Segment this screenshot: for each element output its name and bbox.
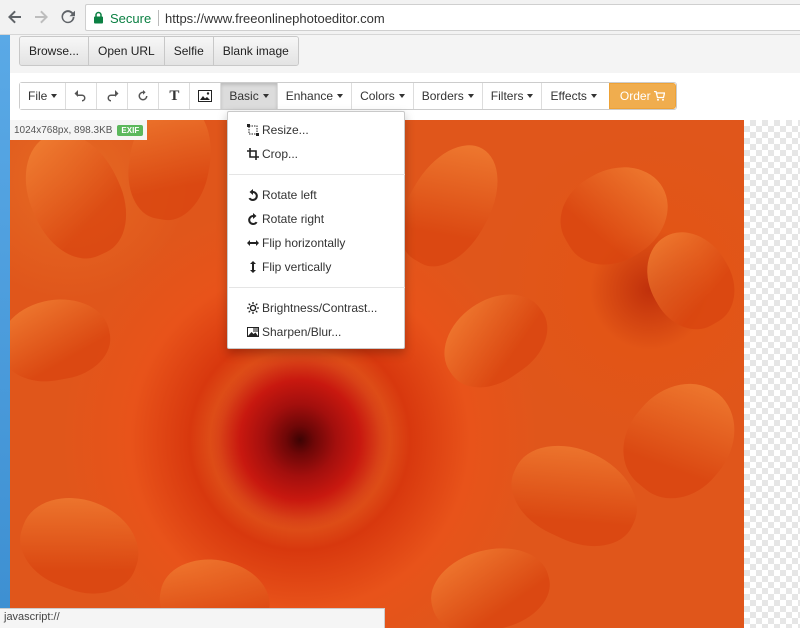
chevron-down-icon [590, 94, 597, 98]
secure-label: Secure [110, 11, 152, 26]
url-omnibox[interactable]: Secure https://www.freeonlinephotoeditor… [85, 4, 800, 31]
undo-icon [74, 90, 86, 102]
exif-badge[interactable]: EXIF [117, 124, 144, 136]
effects-menu-button[interactable]: Effects [542, 83, 605, 109]
chevron-down-icon [51, 94, 58, 98]
sun-icon [246, 302, 259, 315]
flip-horizontal-icon [246, 237, 259, 250]
menu-item-rotate-left-label: Rotate left [262, 188, 317, 202]
redo-button[interactable] [97, 83, 129, 109]
menu-item-crop-label: Crop... [262, 147, 299, 161]
rotate-left-icon [246, 189, 259, 202]
borders-menu-label: Borders [421, 89, 464, 103]
url-text[interactable]: https://www.freeonlinephotoeditor.com [165, 11, 385, 26]
text-tool-button[interactable]: T [159, 83, 191, 109]
omnibox-separator [158, 10, 159, 26]
insert-image-button[interactable] [190, 83, 222, 109]
menu-item-crop[interactable]: Crop... [228, 143, 404, 165]
flower-petal [427, 275, 563, 405]
text-icon: T [169, 87, 180, 104]
image-info-label: 1024x768px, 898.3KB EXIF [10, 120, 148, 140]
colors-menu-button[interactable]: Colors [352, 83, 414, 109]
filters-menu-button[interactable]: Filters [482, 83, 543, 109]
sharpen-icon [246, 326, 259, 339]
reset-button[interactable] [128, 83, 160, 109]
cart-icon [653, 91, 665, 101]
browser-status-bar: javascript:// [0, 608, 385, 628]
editor-toolbar: File T Basic Enhance Colors Borders Filt… [19, 82, 677, 110]
crop-icon [246, 148, 259, 161]
colors-menu-label: Colors [360, 89, 395, 103]
effects-menu-label: Effects [550, 89, 587, 103]
flip-vertical-icon [246, 261, 259, 274]
basic-dropdown-menu: Resize... Crop... Rotate left Rotate rig… [227, 111, 405, 349]
enhance-menu-label: Enhance [285, 89, 334, 103]
borders-menu-button[interactable]: Borders [413, 83, 483, 109]
lock-icon [94, 11, 103, 24]
menu-item-rotate-left[interactable]: Rotate left [228, 184, 404, 206]
order-label: Order [619, 89, 651, 103]
order-button[interactable]: Order [608, 83, 676, 109]
image-source-button-group: Browse... Open URL Selfie Blank image [19, 36, 299, 66]
browse-button[interactable]: Browse... [20, 37, 90, 65]
enhance-menu-button[interactable]: Enhance [277, 83, 353, 109]
menu-item-flip-vertical[interactable]: Flip vertically [228, 256, 404, 278]
chevron-down-icon [262, 94, 269, 98]
basic-menu-label: Basic [229, 89, 259, 103]
blank-image-button[interactable]: Blank image [213, 37, 298, 65]
menu-item-sharpen-blur-label: Sharpen/Blur... [262, 325, 342, 339]
file-menu-button[interactable]: File [20, 83, 67, 109]
menu-item-brightness-contrast[interactable]: Brightness/Contrast... [228, 297, 404, 319]
filters-menu-label: Filters [490, 89, 524, 103]
menu-item-flip-horizontal-label: Flip horizontally [262, 236, 346, 250]
chevron-down-icon [467, 94, 474, 98]
page-left-edge [0, 35, 10, 628]
menu-item-sharpen-blur[interactable]: Sharpen/Blur... [228, 321, 404, 343]
chevron-down-icon [398, 94, 405, 98]
menu-item-flip-vertical-label: Flip vertically [262, 260, 332, 274]
flower-petal [10, 291, 117, 389]
menu-item-resize[interactable]: Resize... [228, 119, 404, 141]
flower-petal [10, 482, 152, 608]
flower-petal [421, 535, 559, 628]
redo-icon [107, 90, 119, 102]
browser-address-bar: Secure https://www.freeonlinephotoeditor… [0, 0, 800, 35]
open-url-button[interactable]: Open URL [89, 37, 165, 65]
back-arrow-icon[interactable] [6, 8, 24, 26]
menu-item-rotate-right-label: Rotate right [262, 212, 325, 226]
reload-icon[interactable] [59, 8, 77, 26]
reset-icon [138, 90, 148, 101]
selfie-button[interactable]: Selfie [164, 37, 214, 65]
menu-divider [229, 287, 405, 288]
menu-divider [229, 174, 405, 175]
menu-item-resize-label: Resize... [262, 123, 309, 137]
file-menu-label: File [28, 89, 48, 103]
image-dimensions: 1024x768px, 898.3KB [14, 124, 113, 136]
flower-petal [10, 120, 144, 273]
transparent-area [744, 120, 800, 628]
menu-item-flip-horizontal[interactable]: Flip horizontally [228, 232, 404, 254]
picture-icon [198, 90, 213, 102]
forward-arrow-icon[interactable] [32, 8, 50, 26]
menu-item-rotate-right[interactable]: Rotate right [228, 208, 404, 230]
basic-menu-button[interactable]: Basic [221, 83, 278, 109]
menu-item-brightness-contrast-label: Brightness/Contrast... [262, 301, 378, 315]
chevron-down-icon [527, 94, 534, 98]
undo-button[interactable] [66, 83, 98, 109]
resize-icon [246, 124, 259, 137]
rotate-right-icon [246, 213, 259, 226]
chevron-down-icon [337, 94, 344, 98]
